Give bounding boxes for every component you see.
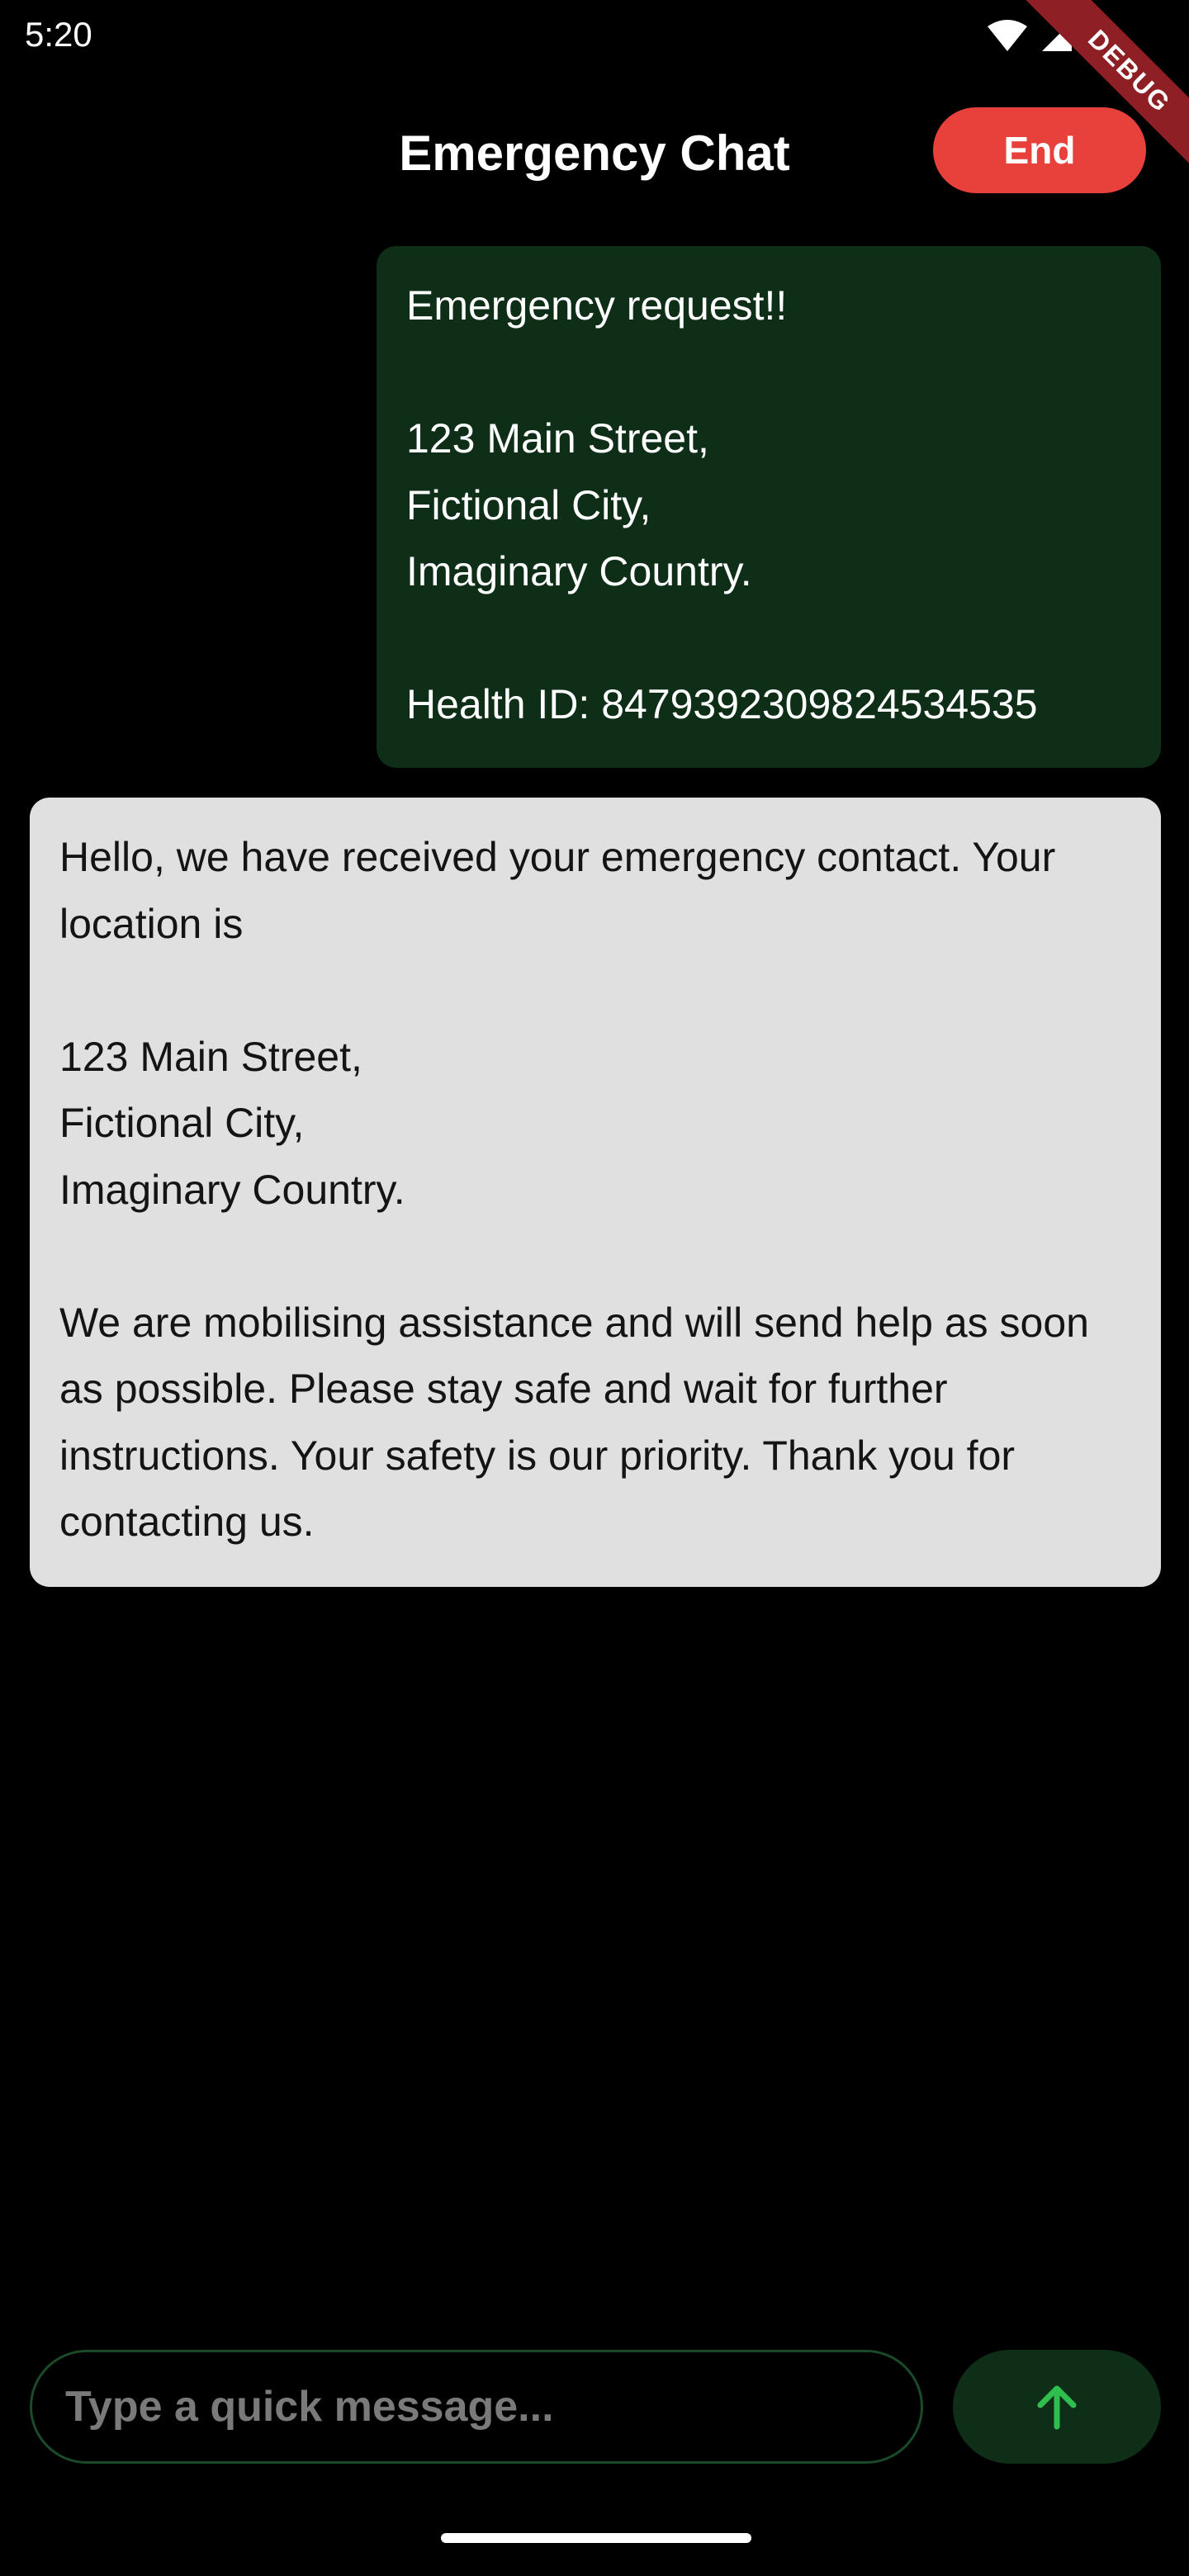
message-input[interactable] [30, 2350, 923, 2464]
message-composer [0, 2350, 1189, 2465]
end-chat-button[interactable]: End [933, 107, 1146, 193]
send-button[interactable] [953, 2350, 1161, 2464]
status-time: 5:20 [25, 15, 92, 54]
status-bar: 5:20 [0, 0, 1189, 69]
arrow-up-icon [1037, 2385, 1077, 2430]
sent-message-bubble: Emergency request!! 123 Main Street, Fic… [377, 246, 1161, 768]
received-message-bubble: Hello, we have received your emergency c… [30, 798, 1161, 1587]
status-icons [979, 15, 1128, 56]
signal-icon [1042, 21, 1072, 51]
home-indicator[interactable] [441, 2533, 751, 2543]
app-bar: Emergency Chat End [0, 91, 1189, 210]
wifi-icon [988, 20, 1027, 51]
battery-icon [1092, 19, 1110, 53]
